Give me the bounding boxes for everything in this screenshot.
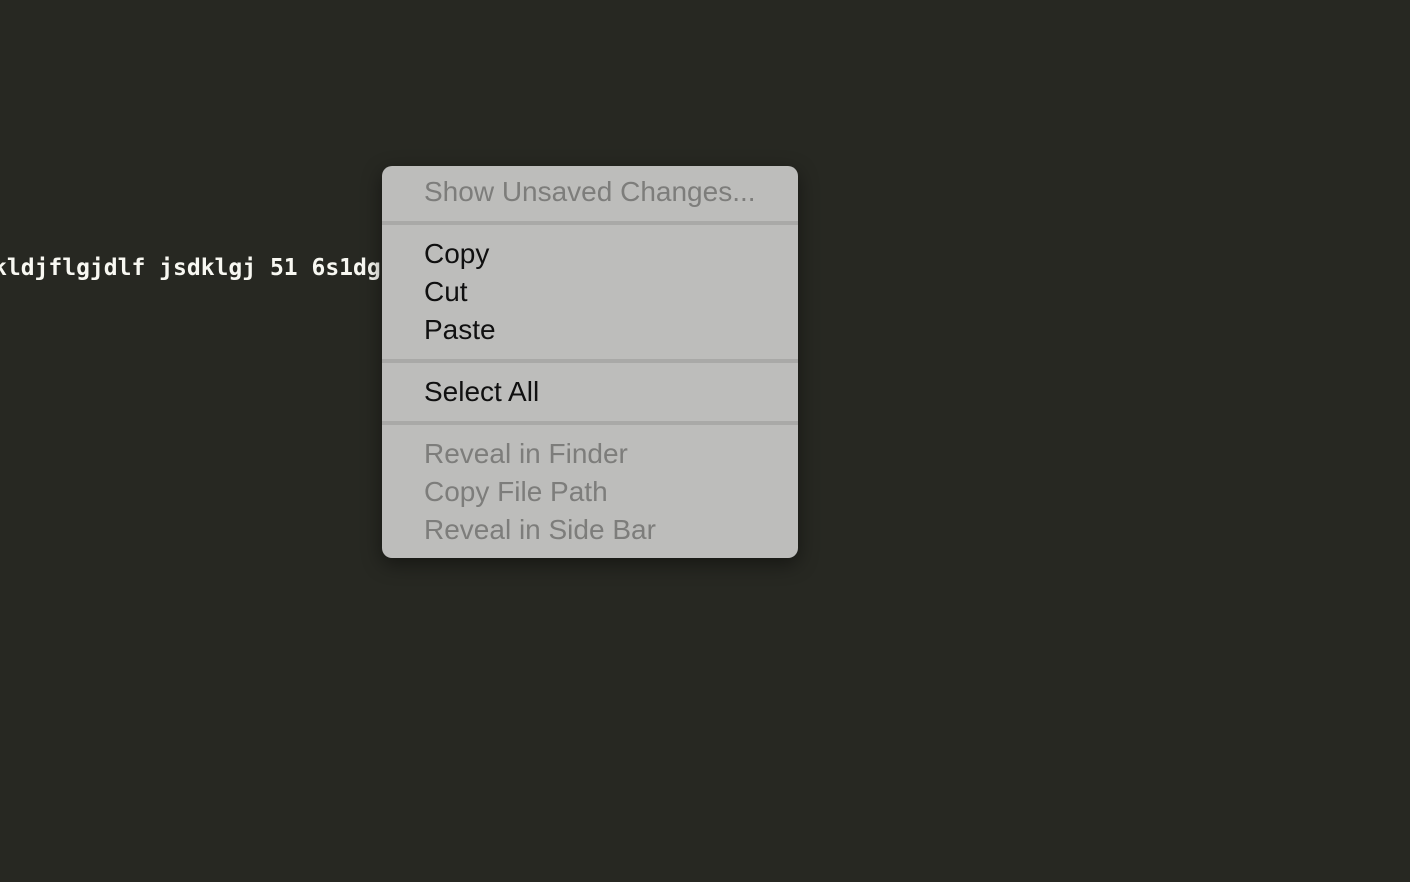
menu-item-paste[interactable]: Paste [424,311,496,349]
menu-item-reveal-in-side-bar: Reveal in Side Bar [424,514,656,545]
context-menu: Show Unsaved Changes... Copy Cut Paste S… [382,166,798,558]
menu-item-reveal-in-finder: Reveal in Finder [424,438,628,469]
menu-separator [382,221,798,225]
menu-item-copy[interactable]: Copy [424,235,489,273]
menu-item-copy-file-path: Copy File Path [424,476,608,507]
menu-separator [382,421,798,425]
menu-item-cut[interactable]: Cut [424,273,468,311]
code-line[interactable]: kldjflgjdlf jsdklgj 51 6s1dg [0,252,381,284]
menu-item-show-unsaved-changes: Show Unsaved Changes... [424,176,756,207]
menu-item-select-all[interactable]: Select All [424,373,539,411]
menu-separator [382,359,798,363]
